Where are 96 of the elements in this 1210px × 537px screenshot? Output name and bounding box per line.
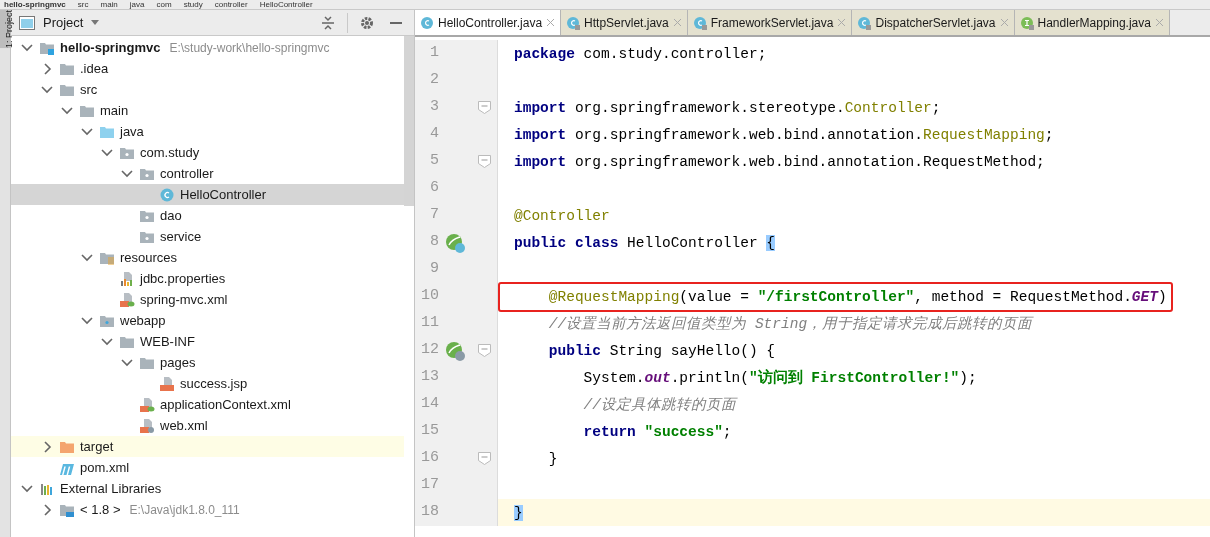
- tree-row[interactable]: dao: [11, 205, 404, 226]
- tree-row[interactable]: controller: [11, 163, 404, 184]
- tree-row[interactable]: hello-springmvc E:\study-work\hello-springmvc: [11, 37, 404, 58]
- tree-row[interactable]: web.xml: [11, 415, 404, 436]
- tree-row[interactable]: applicationContext.xml: [11, 394, 404, 415]
- line-number: 11: [420, 313, 439, 334]
- code-line: @RequestMapping(value = "/firstController", method = RequestMethod.GET): [547, 287, 1167, 307]
- breadcrumb-item[interactable]: com: [156, 0, 172, 9]
- code-line: //设定具体跳转的页面: [582, 395, 736, 415]
- code-line: public class HelloController {: [514, 233, 776, 253]
- class-icon: [159, 186, 175, 203]
- close-icon[interactable]: [672, 18, 682, 27]
- code-line: @Controller: [514, 206, 610, 226]
- breadcrumb-item[interactable]: hello-springmvc: [4, 0, 66, 9]
- code-line: import org.springframework.stereotype.Controller;: [514, 98, 941, 118]
- editor-tab[interactable]: HandlerMapping.java: [1014, 10, 1170, 35]
- line-number: 18: [420, 502, 439, 523]
- tree-row[interactable]: src: [11, 79, 404, 100]
- close-icon[interactable]: [546, 18, 556, 27]
- tree-row[interactable]: HelloController: [11, 184, 404, 205]
- tree-row[interactable]: success.jsp: [11, 373, 404, 394]
- tree-row[interactable]: spring-mvc.xml: [11, 289, 404, 310]
- breadcrumb-item[interactable]: main: [100, 0, 118, 9]
- editor-tab[interactable]: FrameworkServlet.java: [687, 10, 853, 35]
- fold-icon[interactable]: [477, 344, 491, 357]
- breadcrumb-item[interactable]: src: [77, 0, 89, 9]
- code-line: //设置当前方法返回值类型为 String，用于指定请求完成后跳转的页面: [547, 314, 1033, 334]
- properties-file-icon: [119, 270, 135, 287]
- tree-row[interactable]: pages: [11, 352, 404, 373]
- collapse-all-icon[interactable]: [321, 15, 335, 30]
- tree-row[interactable]: External Libraries: [11, 478, 404, 499]
- tree-row[interactable]: .idea: [11, 58, 404, 79]
- code-line: import org.springframework.web.bind.annotation.RequestMapping;: [514, 125, 1054, 145]
- code-line: return "success";: [582, 422, 732, 442]
- tree-row[interactable]: com.study: [11, 142, 404, 163]
- line-number: 16: [420, 448, 439, 469]
- class-icon: [566, 15, 581, 30]
- close-icon[interactable]: [837, 18, 847, 27]
- class-icon: [692, 15, 707, 30]
- tree-row[interactable]: service: [11, 226, 404, 247]
- tree-row[interactable]: java: [11, 121, 404, 142]
- web-xml-icon: [139, 417, 155, 434]
- line-number: 14: [420, 394, 439, 415]
- editor-tab[interactable]: HelloController.java: [415, 10, 562, 35]
- tree-row[interactable]: webapp: [11, 310, 404, 331]
- line-number: 1: [429, 43, 439, 64]
- spring-xml-icon: [139, 396, 155, 413]
- line-number: 12: [420, 340, 439, 361]
- project-view-dropdown[interactable]: Project: [39, 12, 104, 33]
- line-number: 5: [429, 151, 439, 172]
- line-number: 13: [420, 367, 439, 388]
- line-number: 6: [429, 178, 439, 199]
- code-line: }: [547, 449, 558, 469]
- line-number: 9: [429, 259, 439, 280]
- tree-row[interactable]: jdbc.properties: [11, 268, 404, 289]
- scrollbar[interactable]: [404, 36, 414, 206]
- fold-icon[interactable]: [477, 101, 491, 114]
- close-icon[interactable]: [999, 18, 1009, 27]
- line-number: 8: [429, 232, 439, 253]
- breadcrumb-item[interactable]: java: [129, 0, 145, 9]
- code-line: public String sayHello() {: [547, 341, 776, 361]
- interface-icon: [1019, 15, 1034, 30]
- settings-icon[interactable]: [360, 15, 374, 30]
- dropdown-arrow-icon: [91, 20, 100, 25]
- line-number: 10: [420, 286, 439, 307]
- class-icon: [420, 15, 434, 30]
- fold-icon[interactable]: [477, 155, 491, 168]
- tree-row[interactable]: pom.xml: [11, 457, 404, 478]
- editor-tab[interactable]: HttpServlet.java: [561, 10, 688, 35]
- code-line: System.out.println("访问到 FirstController!");: [582, 368, 977, 388]
- bean-icon: [445, 340, 465, 361]
- line-number: 17: [420, 475, 439, 496]
- line-number: 15: [420, 421, 439, 442]
- line-number: 3: [429, 97, 439, 118]
- tree-row[interactable]: target: [11, 436, 404, 457]
- panel-icon: [19, 15, 35, 30]
- tree-row[interactable]: main: [11, 100, 404, 121]
- jsp-file-icon: [159, 375, 175, 392]
- class-icon: [857, 15, 872, 30]
- close-icon[interactable]: [1154, 18, 1164, 27]
- fold-icon[interactable]: [477, 452, 491, 465]
- tree-row[interactable]: WEB-INF: [11, 331, 404, 352]
- spring-xml-icon: [119, 291, 135, 308]
- breadcrumb-item[interactable]: HelloController: [259, 0, 313, 9]
- line-number: 2: [429, 70, 439, 91]
- bean-icon: [445, 232, 465, 253]
- code-line: package com.study.controller;: [514, 44, 767, 64]
- line-number: 7: [429, 205, 439, 226]
- minimize-icon[interactable]: [390, 21, 402, 24]
- editor-tab[interactable]: DispatcherServlet.java: [852, 10, 1015, 35]
- code-line: import org.springframework.web.bind.annotation.RequestMethod;: [514, 152, 1045, 172]
- breadcrumb-item[interactable]: study: [183, 0, 203, 9]
- line-number: 4: [429, 124, 439, 145]
- breadcrumb-item[interactable]: controller: [214, 0, 248, 9]
- tree-row[interactable]: resources: [11, 247, 404, 268]
- tree-row[interactable]: < 1.8 > E:\Java\jdk1.8.0_111: [11, 499, 404, 520]
